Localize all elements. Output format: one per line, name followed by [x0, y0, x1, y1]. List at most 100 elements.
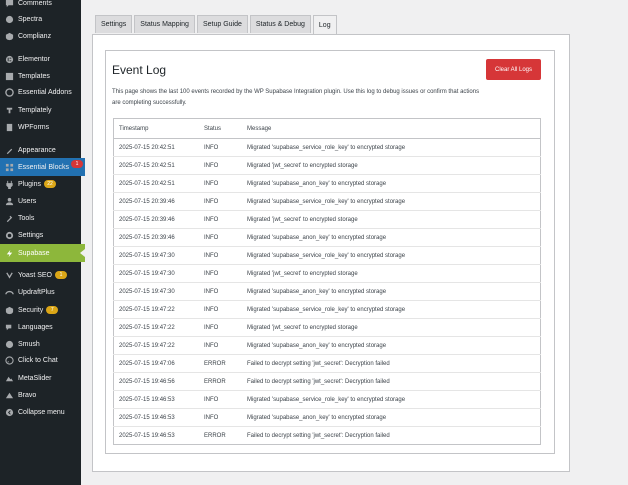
sidebar-item-label: Tools — [18, 214, 35, 222]
security-icon — [4, 305, 14, 315]
message-cell: Migrated 'jwt_secret' to encrypted stora… — [242, 156, 541, 175]
status-cell: INFO — [199, 174, 242, 193]
sidebar-item-updraftplus[interactable]: UpdraftPlus — [0, 283, 85, 301]
message-cell: Migrated 'jwt_secret' to encrypted stora… — [242, 318, 541, 337]
message-cell: Migrated 'supabase_anon_key' to encrypte… — [242, 174, 541, 193]
tab-settings[interactable]: Settings — [95, 15, 133, 33]
plugins-icon — [4, 179, 14, 189]
elementor-icon — [4, 54, 14, 64]
sidebar-item-label: WPForms — [18, 123, 50, 131]
sidebar-item-label: Elementor — [18, 55, 50, 63]
sidebar-item-languages[interactable]: Languages — [0, 318, 85, 336]
sidebar-item-label: UpdraftPlus — [18, 288, 55, 296]
timestamp-cell: 2025-07-15 20:39:46 — [113, 228, 199, 247]
sidebar-item-users[interactable]: Users — [0, 192, 85, 210]
sidebar-item-click-to-chat[interactable]: Click to Chat — [0, 351, 85, 369]
sidebar-item-label: Plugins — [18, 180, 41, 188]
status-cell: INFO — [199, 192, 242, 211]
sidebar-item-essential-blocks[interactable]: Essential Blocks 1 — [0, 158, 85, 176]
sidebar-item-label: Supabase — [18, 249, 50, 257]
sidebar-item-settings[interactable]: Settings — [0, 226, 85, 244]
tab-status-mapping[interactable]: Status Mapping — [134, 15, 195, 33]
sidebar-item-spectra[interactable]: Spectra — [0, 10, 85, 28]
complianz-icon — [4, 31, 14, 41]
message-cell: Failed to decrypt setting 'jwt_secret': … — [242, 354, 541, 373]
wpforms-icon — [4, 122, 14, 132]
sidebar-item-plugins[interactable]: Plugins 22 — [0, 175, 85, 193]
tools-icon — [4, 213, 14, 223]
current-menu-arrow — [80, 249, 85, 257]
tab-log[interactable]: Log — [312, 15, 337, 34]
table-row: 2025-07-15 20:42:51 INFO Migrated 'supabas… — [113, 138, 541, 157]
table-row: 2025-07-15 19:47:22 INFO Migrated 'supabas… — [113, 336, 541, 355]
event-log-table: Timestamp Status Message 2025-07-15 20:4… — [113, 118, 541, 445]
status-cell: INFO — [199, 246, 242, 265]
message-cell: Migrated 'supabase_service_role_key' to … — [242, 138, 541, 157]
sidebar-item-elementor[interactable]: Elementor — [0, 50, 85, 68]
sidebar-item-label: Spectra — [18, 15, 43, 23]
table-row: 2025-07-15 20:42:51 INFO Migrated 'supabas… — [113, 174, 541, 193]
notification-badge: 1 — [71, 160, 83, 168]
timestamp-cell: 2025-07-15 19:47:30 — [113, 246, 199, 265]
sidebar-item-wpforms[interactable]: WPForms — [0, 118, 85, 136]
sidebar-item-label: Complianz — [18, 32, 52, 40]
table-row: 2025-07-15 20:39:46 INFO Migrated 'supabas… — [113, 228, 541, 247]
table-row: 2025-07-15 19:47:06 ERROR Failed to decryp… — [113, 354, 541, 373]
table-row: 2025-07-15 20:39:46 INFO Migrated 'jwt_sec… — [113, 210, 541, 229]
sidebar-item-label: Security — [18, 306, 44, 314]
sidebar-item-label: Templately — [18, 106, 52, 114]
timestamp-cell: 2025-07-15 19:47:22 — [113, 300, 199, 319]
appearance-icon — [4, 145, 14, 155]
essential-addons-icon — [4, 87, 14, 97]
table-row: 2025-07-15 20:39:46 INFO Migrated 'supabas… — [113, 192, 541, 211]
message-cell: Migrated 'supabase_service_role_key' to … — [242, 246, 541, 265]
timestamp-cell: 2025-07-15 20:42:51 — [113, 174, 199, 193]
timestamp-cell: 2025-07-15 19:46:53 — [113, 408, 199, 427]
sidebar-item-metaslider[interactable]: MetaSlider — [0, 369, 85, 387]
table-row: 2025-07-15 19:47:30 INFO Migrated 'supabas… — [113, 246, 541, 265]
sidebar-item-label: Comments — [18, 0, 52, 7]
notification-badge: 1 — [55, 271, 67, 279]
column-header-message: Message — [242, 118, 541, 139]
sidebar-item-label: MetaSlider — [18, 374, 52, 382]
message-cell: Migrated 'supabase_service_role_key' to … — [242, 390, 541, 409]
supabase-icon — [4, 248, 14, 258]
clear-all-logs-button[interactable]: Clear All Logs — [486, 59, 541, 80]
timestamp-cell: 2025-07-15 20:42:51 — [113, 138, 199, 157]
table-row: 2025-07-15 19:46:53 ERROR Failed to decryp… — [114, 427, 541, 445]
column-header-status: Status — [199, 118, 242, 139]
table-row: 2025-07-15 19:47:30 INFO Migrated 'supabas… — [113, 282, 541, 301]
tab-setup-guide[interactable]: Setup Guide — [196, 15, 248, 33]
sidebar-item-collapse-menu[interactable]: Collapse menu — [0, 403, 85, 421]
sidebar-item-label: Collapse menu — [18, 408, 65, 416]
event-log-title: Event Log — [112, 63, 167, 77]
sidebar-item-supabase[interactable]: Supabase — [0, 244, 85, 262]
sidebar-item-label: Bravo — [18, 391, 37, 399]
sidebar-item-appearance[interactable]: Appearance — [0, 141, 85, 159]
table-row: 2025-07-15 19:47:22 INFO Migrated 'supabas… — [113, 300, 541, 319]
status-cell: INFO — [199, 390, 242, 409]
message-cell: Failed to decrypt setting 'jwt_secret': … — [247, 432, 390, 439]
sidebar-item-security[interactable]: Security 7 — [0, 301, 85, 319]
message-cell: Migrated 'supabase_service_role_key' to … — [242, 300, 541, 319]
yoast-icon — [4, 270, 14, 280]
message-cell: Failed to decrypt setting 'jwt_secret': … — [242, 372, 541, 391]
users-icon — [4, 196, 14, 206]
timestamp-cell: 2025-07-15 19:47:22 — [113, 318, 199, 337]
sidebar-item-yoast-seo[interactable]: Yoast SEO 1 — [0, 266, 85, 284]
click-to-chat-icon — [4, 355, 14, 365]
sidebar-item-bravo[interactable]: Bravo — [0, 386, 85, 404]
sidebar-item-label: Essential Blocks — [18, 163, 69, 171]
collapse-icon — [4, 407, 14, 417]
message-cell: Migrated 'supabase_service_role_key' to … — [242, 192, 541, 211]
timestamp-cell: 2025-07-15 19:46:56 — [113, 372, 199, 391]
table-row: 2025-07-15 19:46:56 ERROR Failed to decryp… — [113, 372, 541, 391]
notification-badge: 7 — [46, 306, 59, 314]
sidebar-item-templately[interactable]: Templately — [0, 101, 85, 119]
sidebar-item-essential-addons[interactable]: Essential Addons — [0, 83, 85, 101]
tab-status-debug[interactable]: Status & Debug — [249, 15, 311, 33]
timestamp-cell: 2025-07-15 19:47:30 — [113, 264, 199, 283]
sidebar-item-tools[interactable]: Tools — [0, 209, 85, 227]
timestamp-cell: 2025-07-15 20:39:46 — [113, 192, 199, 211]
sidebar-item-complianz[interactable]: Complianz — [0, 27, 85, 45]
